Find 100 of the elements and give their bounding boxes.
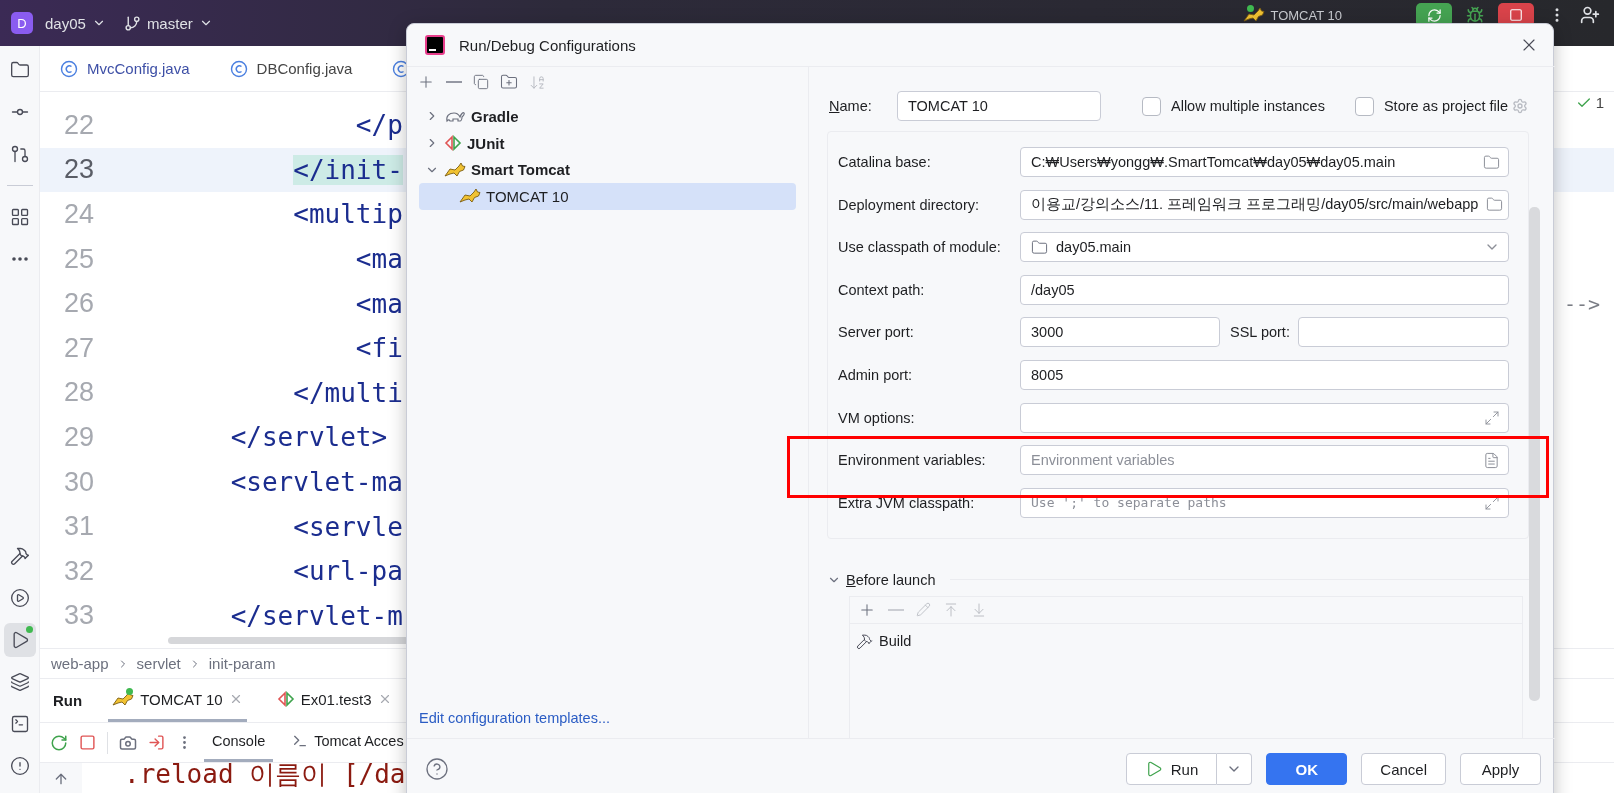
folder-icon[interactable] [1486, 196, 1504, 214]
code-text: <url-pa [293, 556, 403, 587]
junit-icon [444, 135, 462, 152]
hammer-icon [9, 546, 30, 566]
code-text: <servlet-ma [230, 467, 403, 498]
module-dropdown[interactable]: day05.main [1020, 232, 1509, 263]
line-number: 23 [63, 154, 96, 186]
editor-tab[interactable]: MvcConfig.java [60, 59, 190, 78]
text-field[interactable]: /day05 [1020, 274, 1509, 305]
structure-icon [9, 207, 30, 227]
ok-button[interactable]: OK [1266, 753, 1348, 785]
code-text: </servlet> [230, 422, 388, 453]
exit-icon[interactable] [148, 734, 165, 751]
project-selector[interactable]: day05 [39, 14, 112, 32]
field-label: Use classpath of module: [838, 239, 1002, 256]
class-icon [229, 59, 248, 78]
run-configuration[interactable]: TOMCAT 10 [1243, 7, 1342, 23]
code-text: <multip [293, 199, 403, 230]
line-number: 24 [63, 199, 96, 230]
field-label: Admin port: [838, 366, 914, 383]
code-text: <fi [355, 333, 403, 364]
arrow-down-icon [971, 601, 987, 618]
add-user-icon[interactable] [1580, 5, 1600, 25]
layers-icon [9, 672, 30, 692]
line-number: 29 [63, 421, 96, 453]
field-label: Extra JVM classpath: [838, 494, 976, 511]
checkbox-label[interactable]: Store as project file [1383, 98, 1509, 114]
copy-button[interactable] [473, 74, 489, 90]
cat-icon [444, 161, 466, 178]
branch-icon [123, 14, 141, 32]
text-field[interactable]: 8005 [1020, 359, 1509, 390]
tree-item[interactable]: Smart Tomcat [471, 161, 570, 179]
minus-icon [446, 81, 462, 83]
vertical-scrollbar[interactable] [1529, 207, 1540, 701]
checkbox[interactable] [1354, 96, 1374, 116]
project-badge: D [11, 12, 33, 34]
branch-selector[interactable]: master [117, 14, 219, 32]
editor-tab[interactable]: DBConfig.java [229, 59, 353, 78]
more-icon [11, 257, 28, 261]
breadcrumb-item[interactable]: servlet [136, 655, 181, 672]
tree-item[interactable]: TOMCAT 10 [486, 187, 569, 205]
tree-item[interactable]: Gradle [471, 107, 519, 125]
hammer-icon [856, 632, 873, 650]
checkbox-label[interactable]: Allow multiple instances [1171, 98, 1325, 114]
checkbox[interactable] [1142, 96, 1161, 116]
tree-item[interactable]: JUnit [467, 134, 505, 152]
run-button[interactable]: Run [1125, 753, 1218, 785]
minus-icon [888, 608, 904, 611]
bug-icon[interactable] [1466, 6, 1484, 24]
code-text: </p [355, 110, 403, 141]
text-field[interactable] [1297, 317, 1509, 348]
document-icon[interactable] [1483, 451, 1500, 469]
help-icon [425, 757, 449, 781]
line-number: 27 [63, 332, 96, 364]
breadcrumb-item[interactable]: init-param [208, 655, 276, 672]
code-text: <ma [355, 244, 403, 275]
breadcrumb-item[interactable]: web-app [51, 655, 109, 672]
line-number: 25 [63, 243, 96, 275]
code-text: --> [1563, 291, 1600, 316]
stop-icon[interactable] [79, 734, 96, 751]
inspection-widget[interactable]: 1 [1575, 94, 1604, 111]
dialog-title: Run/Debug Configurations [459, 36, 636, 54]
task-item[interactable]: Build [879, 633, 912, 650]
add-button[interactable] [417, 73, 435, 91]
new-folder-button[interactable] [500, 73, 518, 91]
line-number: 31 [63, 511, 96, 543]
code-text: </multi [293, 377, 403, 408]
text-field[interactable]: 3000 [1020, 317, 1220, 348]
line-number: 33 [63, 600, 96, 632]
folder-icon[interactable] [1483, 153, 1500, 171]
name-field[interactable]: TOMCAT 10 [897, 91, 1101, 121]
line-number: 26 [63, 288, 96, 320]
expand-icon[interactable] [1484, 409, 1500, 426]
path-field[interactable]: C:₩Users₩yongg₩.SmartTomcat₩day05₩day05.main [1020, 147, 1509, 177]
code-text: </init- [293, 154, 403, 185]
cat-icon [459, 188, 481, 205]
camera-icon[interactable] [119, 733, 137, 752]
field-label: SSL port: [1230, 324, 1290, 341]
scroll-up-icon[interactable] [53, 771, 69, 787]
services-icon [9, 588, 30, 608]
text-field[interactable] [1020, 402, 1509, 433]
code-text: <servle [293, 511, 403, 542]
path-field[interactable]: 이용교/강의소스/11. 프레임워크 프로그래밍/day05/src/main/webapp [1020, 189, 1509, 220]
help-button[interactable] [425, 757, 449, 781]
apply-button[interactable]: Apply [1460, 753, 1541, 785]
rerun-icon[interactable] [50, 733, 68, 752]
class-icon [60, 59, 78, 78]
junit-icon [276, 691, 295, 707]
run-tab[interactable]: Ex01.test3 [272, 679, 396, 722]
run-tab[interactable]: TOMCAT 10 [108, 679, 247, 722]
plus-icon [417, 73, 435, 91]
console-tab[interactable]: Console [204, 723, 274, 762]
field-label: Name: [829, 98, 873, 114]
cancel-button[interactable]: Cancel [1361, 753, 1446, 785]
pencil-icon [916, 602, 931, 618]
run-tool-button[interactable] [3, 623, 36, 657]
selected-row[interactable]: TOMCAT 10 [419, 183, 796, 210]
module-icon [1031, 238, 1048, 256]
field-label: VM options: [838, 409, 916, 426]
terminal-icon [9, 714, 30, 734]
